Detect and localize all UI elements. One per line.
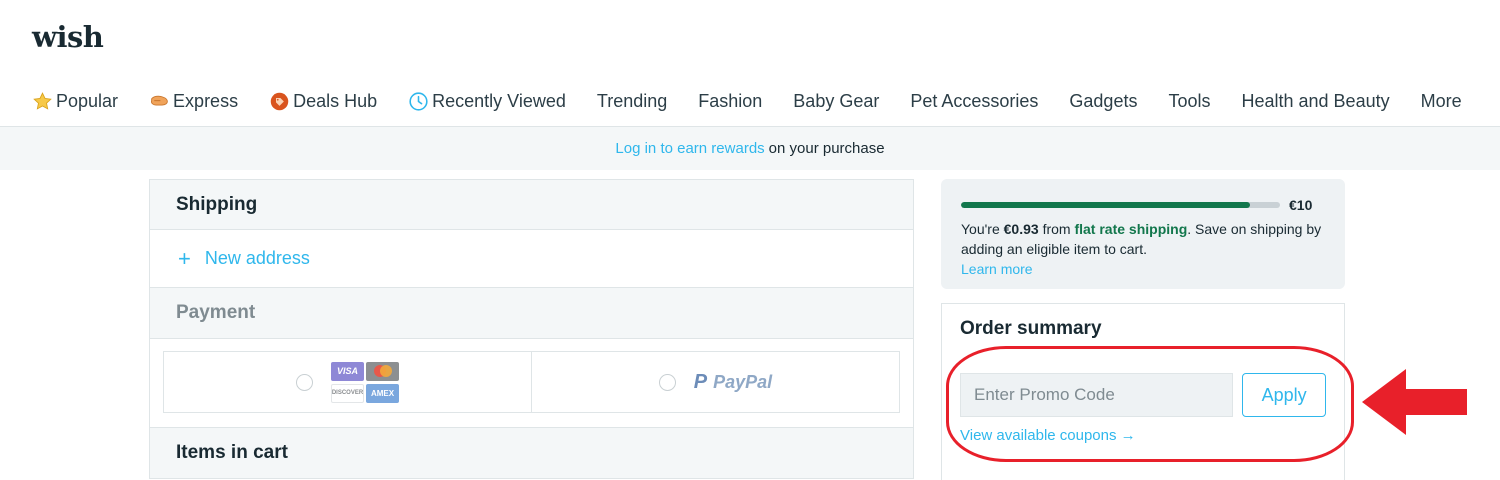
learn-more-link[interactable]: Learn more [961, 259, 1325, 279]
mastercard-icon [366, 361, 399, 381]
nav-label: Pet Accessories [910, 90, 1039, 111]
msg-part: from [1038, 221, 1075, 237]
nav-item-baby-gear[interactable]: Baby Gear [793, 91, 879, 112]
nav-label: Health and Beauty [1241, 90, 1390, 111]
annotation-arrow-icon [1362, 369, 1467, 435]
nav-label: Express [173, 90, 239, 111]
order-summary-title: Order summary [960, 318, 1102, 339]
payment-options: VISA DISCOVER AMEX P PayPal [149, 339, 914, 427]
login-rewards-link[interactable]: Log in to earn rewards [615, 140, 764, 157]
remaining-amount: €0.93 [1003, 221, 1039, 237]
nav-item-fashion[interactable]: Fashion [698, 91, 762, 112]
card-logos: VISA DISCOVER AMEX [331, 361, 399, 403]
nav-item-trending[interactable]: Trending [597, 91, 667, 112]
nav-item-express[interactable]: Express [149, 91, 238, 112]
nav-item-deals-hub[interactable]: Deals Hub [269, 91, 377, 112]
rewards-text: on your purchase [768, 140, 885, 157]
plus-icon: + [178, 245, 191, 271]
paypal-icon: P [693, 370, 708, 393]
pay-option-card[interactable]: VISA DISCOVER AMEX [164, 352, 531, 412]
nav-item-tools[interactable]: Tools [1168, 91, 1210, 112]
wish-logo[interactable]: wish [32, 20, 104, 54]
nav-label: Popular [56, 90, 119, 111]
nav-item-popular[interactable]: Popular [32, 91, 118, 112]
msg-part: You're [961, 221, 1004, 237]
clock-icon [409, 91, 428, 111]
nav-label: More [1420, 90, 1462, 111]
visa-icon: VISA [331, 361, 364, 381]
flat-rate-shipping-card: €10 You're €0.93 from flat rate shipping… [941, 179, 1345, 289]
nav-label: Deals Hub [293, 90, 378, 111]
nav-item-health-and-beauty[interactable]: Health and Beauty [1241, 91, 1389, 112]
category-nav: Popular Express Deals Hub Recently Viewe… [32, 88, 1462, 114]
new-address-label: New address [204, 248, 310, 268]
shipping-progress-fill [961, 202, 1251, 208]
nav-label: Tools [1168, 90, 1211, 111]
paypal-logo: P PayPal [694, 371, 772, 394]
payment-section-title: Payment [149, 287, 914, 339]
amex-icon: AMEX [366, 383, 399, 403]
items-in-cart-title: Items in cart [149, 427, 914, 479]
deals-tag-icon [270, 92, 289, 110]
paypal-radio[interactable] [658, 373, 676, 391]
nav-label: Baby Gear [793, 90, 880, 111]
rewards-banner: Log in to earn rewards on your purchase [0, 127, 1500, 170]
nav-label: Recently Viewed [432, 90, 566, 111]
star-icon [33, 91, 52, 110]
new-address-button[interactable]: + New address [149, 230, 914, 287]
nav-item-recently-viewed[interactable]: Recently Viewed [408, 91, 566, 112]
card-radio[interactable] [296, 373, 313, 391]
shipping-message: You're €0.93 from flat rate shipping. Sa… [961, 219, 1325, 279]
nav-item-more[interactable]: More [1421, 91, 1462, 112]
express-icon [151, 95, 168, 105]
checkout-left-column: Shipping + New address Payment VISA DISC… [149, 179, 914, 479]
paypal-label: PayPal [713, 371, 773, 392]
nav-label: Trending [596, 90, 668, 111]
nav-item-gadgets[interactable]: Gadgets [1069, 91, 1137, 112]
annotation-highlight-ellipse [946, 346, 1354, 462]
shipping-progress-bar [961, 202, 1280, 208]
shipping-section-title: Shipping [149, 179, 914, 230]
nav-label: Fashion [698, 90, 763, 111]
nav-item-pet-accessories[interactable]: Pet Accessories [910, 91, 1038, 112]
shipping-target-amount: €10 [1289, 197, 1313, 213]
nav-label: Gadgets [1069, 90, 1138, 111]
discover-icon: DISCOVER [331, 383, 364, 403]
pay-option-paypal[interactable]: P PayPal [531, 352, 899, 412]
flat-rate-label: flat rate shipping [1074, 221, 1188, 237]
